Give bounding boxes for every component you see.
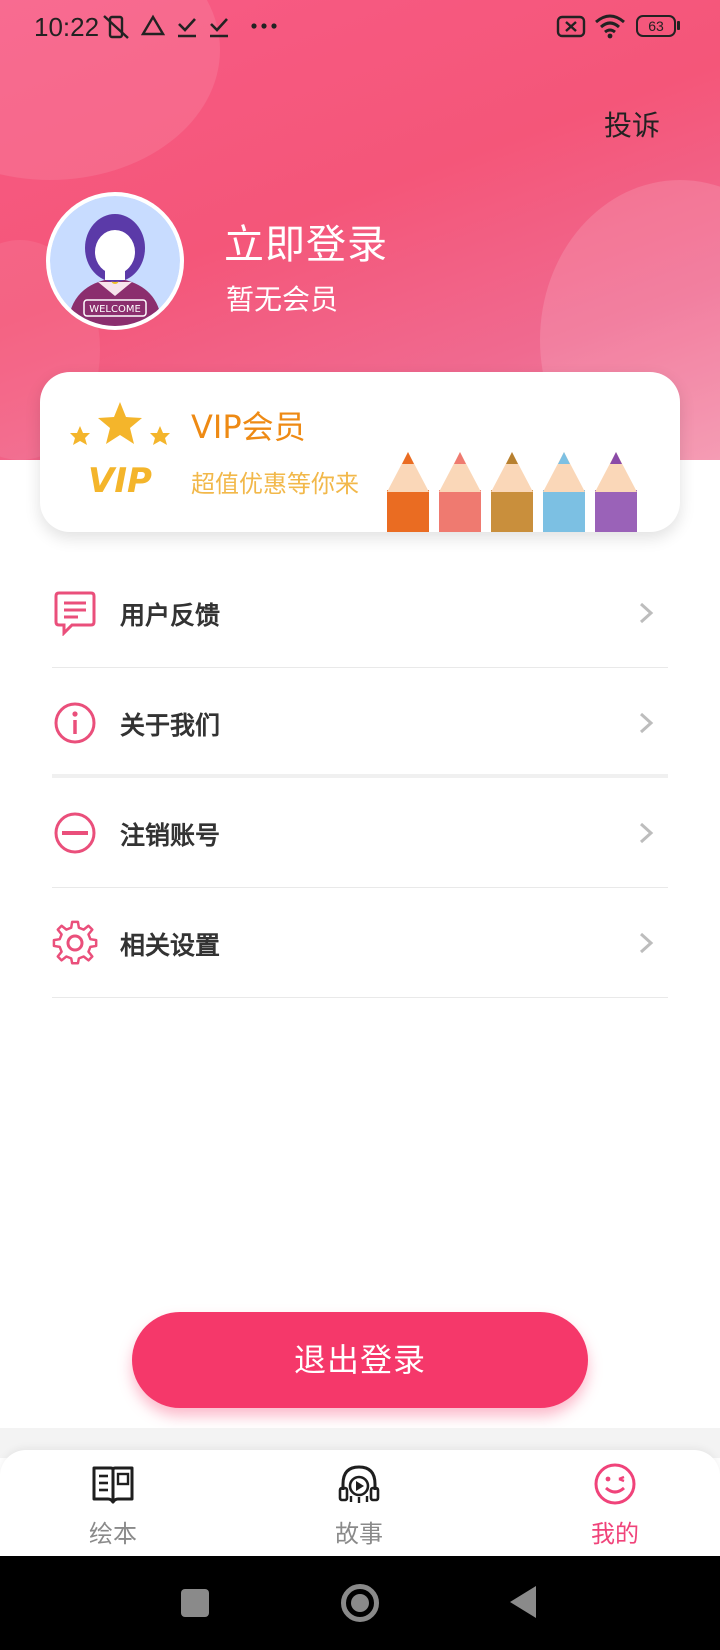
system-nav-bar (0, 1556, 720, 1650)
download-done-icon (210, 18, 228, 38)
pencils-illustration (387, 452, 637, 532)
drive-icon (141, 14, 165, 36)
recents-button[interactable] (181, 1589, 209, 1617)
feedback-icon (54, 591, 96, 636)
wifi-icon (595, 14, 625, 39)
logout-button[interactable]: 退出登录 (132, 1312, 588, 1408)
headphones-icon (338, 1465, 380, 1503)
menu-item-label: 注销账号 (120, 821, 221, 850)
chevron-right-icon (639, 932, 654, 954)
status-bar: 10:22 63 (0, 0, 720, 54)
pencil-purple (595, 452, 637, 532)
smiley-icon (594, 1463, 636, 1505)
tab-label: 故事 (335, 1520, 383, 1548)
vip-subtitle: 超值优惠等你来 (191, 470, 359, 498)
menu-item-label: 关于我们 (120, 711, 221, 740)
vip-badge-text: VIP (88, 461, 152, 501)
home-button-dot (351, 1594, 369, 1612)
book-icon (92, 1466, 134, 1504)
tab-stories[interactable]: 故事 (289, 1450, 429, 1556)
pencil-blue (543, 452, 585, 532)
tab-label: 绘本 (89, 1520, 137, 1548)
chevron-right-icon (639, 712, 654, 734)
vip-stars-icon: VIP (70, 402, 170, 501)
menu-item-deactivate-account[interactable]: 注销账号 (52, 778, 668, 888)
menu-item-about[interactable]: 关于我们 (52, 668, 668, 778)
login-title[interactable]: 立即登录 (224, 212, 388, 270)
avatar-image: WELCOME (50, 196, 180, 326)
avatar-welcome-text: WELCOME (89, 304, 141, 315)
menu-item-label: 用户反馈 (120, 601, 221, 630)
vip-card[interactable]: VIP VIP会员 超值优惠等你来 (40, 372, 680, 532)
battery-tip (677, 21, 680, 30)
bottom-tab-bar: 绘本 故事 我的 (0, 1450, 720, 1556)
menu-item-feedback[interactable]: 用户反馈 (52, 558, 668, 668)
home-button[interactable] (341, 1584, 379, 1622)
pencil-orange (387, 452, 429, 532)
download-done-icon (178, 18, 196, 38)
minus-circle-icon (54, 812, 96, 854)
info-icon (54, 702, 96, 744)
more-icon (251, 23, 277, 29)
pencil-brown (491, 452, 533, 532)
tab-mine[interactable]: 我的 (545, 1450, 685, 1556)
no-sim-icon (556, 15, 586, 38)
status-time: 10:22 (34, 12, 100, 42)
tab-picture-books[interactable]: 绘本 (43, 1450, 183, 1556)
battery-level: 63 (648, 18, 664, 34)
chevron-right-icon (639, 602, 654, 624)
vip-title: VIP会员 (191, 408, 306, 446)
complaint-link[interactable]: 投诉 (604, 104, 660, 144)
menu-item-label: 相关设置 (120, 931, 221, 960)
tab-label: 我的 (591, 1520, 639, 1548)
gear-icon (52, 920, 98, 965)
settings-menu: 用户反馈 关于我们 注销账号 相关设置 (52, 558, 668, 998)
battery-icon: 63 (636, 15, 676, 37)
member-status: 暂无会员 (226, 283, 339, 316)
menu-item-settings[interactable]: 相关设置 (52, 888, 668, 998)
avatar[interactable]: WELCOME (50, 196, 180, 326)
chevron-right-icon (639, 822, 654, 844)
vibrate-off-icon (103, 15, 129, 39)
pencil-coral (439, 452, 481, 532)
back-button[interactable] (508, 1584, 538, 1620)
